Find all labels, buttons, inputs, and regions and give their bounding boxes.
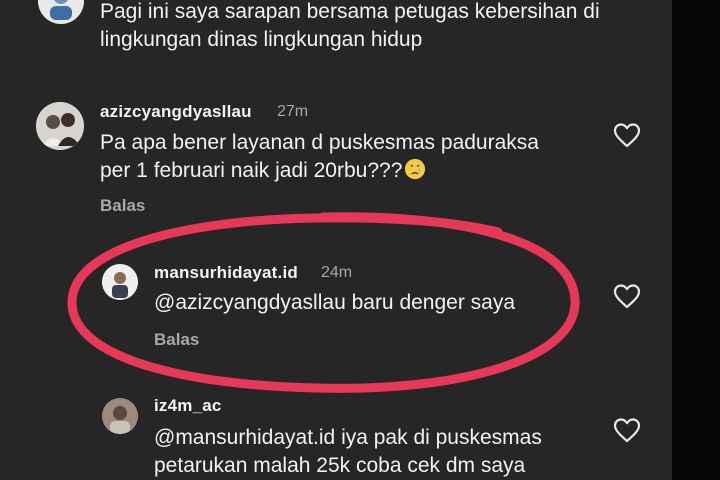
crying-face-icon: [404, 158, 426, 180]
comment-username[interactable]: iz4m_ac: [154, 396, 222, 416]
comment-username[interactable]: azizcyangdyasllau: [100, 102, 252, 122]
comments-screen: Pagi ini saya sarapan bersama petugas ke…: [0, 0, 672, 480]
like-heart-icon[interactable]: [613, 417, 641, 443]
reply-button[interactable]: Balas: [100, 196, 145, 216]
comment-text: @mansurhidayat.id iya pak di puskesmas p…: [154, 426, 542, 477]
screen-edge: [672, 0, 720, 480]
like-heart-icon[interactable]: [613, 122, 641, 148]
comment-timestamp: 24m: [321, 264, 353, 281]
commenter-avatar[interactable]: [102, 398, 138, 434]
reply-button[interactable]: Balas: [154, 330, 199, 350]
comment-timestamp: 27m: [277, 103, 309, 120]
comment-text: @azizcyangdyasllau baru denger saya: [154, 291, 516, 314]
commenter-avatar[interactable]: [38, 0, 84, 24]
comment-text: Pagi ini saya sarapan bersama petugas ke…: [100, 0, 600, 51]
commenter-avatar[interactable]: [36, 102, 84, 150]
comment-text: Pa apa bener layanan d puskesmas padurak…: [100, 131, 539, 182]
commenter-avatar[interactable]: [102, 264, 138, 300]
comment-username[interactable]: mansurhidayat.id: [154, 263, 298, 283]
like-heart-icon[interactable]: [613, 283, 641, 309]
